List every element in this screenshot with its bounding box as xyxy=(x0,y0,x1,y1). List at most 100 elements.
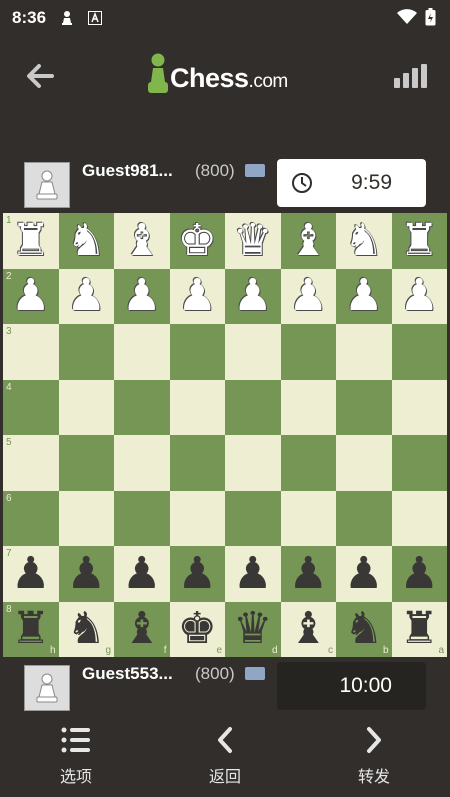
board-square[interactable]: 3 xyxy=(3,324,59,380)
white-bishop-icon[interactable]: ♝ xyxy=(289,218,328,263)
white-queen-icon[interactable]: ♛ xyxy=(233,218,272,263)
chess-board[interactable]: 1 ♜ ♞ ♝ ♚ ♛ ♝ ♞ ♜ 2 ♟ ♟ ♟ ♟ ♟ ♟ ♟ ♟ 3 4 5 6 7 ♟ ♟ ♟ ♟ ♟ ♟ ♟ ♟ 8 h ♜ g ♞ f ♝ e ♚… xyxy=(3,213,447,657)
white-pawn-icon[interactable]: ♟ xyxy=(400,274,439,318)
board-square[interactable]: ♟ xyxy=(58,546,114,602)
board-square[interactable] xyxy=(280,324,336,380)
board-square[interactable] xyxy=(169,435,225,491)
black-pawn-icon[interactable]: ♟ xyxy=(289,551,328,596)
back-move-button[interactable]: 返回 xyxy=(185,726,265,787)
top-player-name[interactable]: Guest981... xyxy=(82,161,173,181)
board-square[interactable]: ♚ xyxy=(169,213,225,269)
board-square[interactable] xyxy=(114,490,170,546)
black-pawn-icon[interactable]: ♟ xyxy=(344,551,383,596)
board-square[interactable]: 1 ♜ xyxy=(3,213,59,269)
board-square[interactable]: ♟ xyxy=(169,268,225,324)
board-square[interactable] xyxy=(58,435,114,491)
board-square[interactable] xyxy=(114,435,170,491)
board-square[interactable]: ♟ xyxy=(391,268,447,324)
black-knight-icon[interactable]: ♞ xyxy=(344,607,383,651)
options-button[interactable]: 选项 xyxy=(36,726,116,787)
board-square[interactable]: c ♝ xyxy=(280,601,336,657)
black-king-icon[interactable]: ♚ xyxy=(178,607,217,651)
board-square[interactable]: d ♛ xyxy=(225,601,281,657)
board-square[interactable] xyxy=(280,435,336,491)
board-square[interactable]: ♟ xyxy=(391,546,447,602)
board-square[interactable]: 6 xyxy=(3,490,59,546)
bottom-player-name[interactable]: Guest553... xyxy=(82,664,173,684)
board-square[interactable]: ♞ xyxy=(336,213,392,269)
black-pawn-icon[interactable]: ♟ xyxy=(11,551,50,596)
signal-strength-button[interactable] xyxy=(394,64,428,93)
black-pawn-icon[interactable]: ♟ xyxy=(178,551,217,596)
board-square[interactable]: ♞ xyxy=(58,213,114,269)
board-square[interactable] xyxy=(225,435,281,491)
white-pawn-icon[interactable]: ♟ xyxy=(233,274,272,318)
board-square[interactable]: 7 ♟ xyxy=(3,546,59,602)
black-pawn-icon[interactable]: ♟ xyxy=(400,551,439,596)
board-square[interactable]: 2 ♟ xyxy=(3,268,59,324)
board-square[interactable]: e ♚ xyxy=(169,601,225,657)
board-square[interactable]: ♟ xyxy=(114,546,170,602)
board-square[interactable] xyxy=(114,379,170,435)
board-square[interactable]: ♟ xyxy=(169,546,225,602)
white-knight-icon[interactable]: ♞ xyxy=(344,218,383,263)
board-square[interactable] xyxy=(225,379,281,435)
black-bishop-icon[interactable]: ♝ xyxy=(122,607,161,651)
board-square[interactable] xyxy=(280,490,336,546)
board-square[interactable]: ♝ xyxy=(114,213,170,269)
white-rook-icon[interactable]: ♜ xyxy=(400,218,439,263)
white-pawn-icon[interactable]: ♟ xyxy=(11,274,50,318)
board-square[interactable] xyxy=(58,490,114,546)
board-square[interactable]: f ♝ xyxy=(114,601,170,657)
board-square[interactable] xyxy=(391,379,447,435)
black-pawn-icon[interactable]: ♟ xyxy=(233,551,272,596)
board-square[interactable] xyxy=(391,435,447,491)
white-pawn-icon[interactable]: ♟ xyxy=(289,274,328,318)
white-bishop-icon[interactable]: ♝ xyxy=(122,218,161,263)
white-knight-icon[interactable]: ♞ xyxy=(67,218,106,263)
board-square[interactable]: 5 xyxy=(3,435,59,491)
board-square[interactable]: ♛ xyxy=(225,213,281,269)
board-square[interactable]: ♟ xyxy=(336,546,392,602)
white-pawn-icon[interactable]: ♟ xyxy=(122,274,161,318)
board-square[interactable] xyxy=(225,324,281,380)
board-square[interactable]: ♟ xyxy=(225,546,281,602)
board-square[interactable] xyxy=(169,324,225,380)
white-pawn-icon[interactable]: ♟ xyxy=(344,274,383,318)
board-square[interactable] xyxy=(280,379,336,435)
board-square[interactable]: ♟ xyxy=(114,268,170,324)
board-square[interactable]: ♝ xyxy=(280,213,336,269)
white-rook-icon[interactable]: ♜ xyxy=(11,218,50,263)
forward-move-button[interactable]: 转发 xyxy=(334,726,414,787)
board-square[interactable]: ♟ xyxy=(225,268,281,324)
board-square[interactable]: ♟ xyxy=(280,546,336,602)
top-player-avatar[interactable] xyxy=(24,162,70,208)
black-rook-icon[interactable]: ♜ xyxy=(11,607,50,651)
bottom-player-avatar[interactable] xyxy=(24,665,70,711)
board-square[interactable]: ♟ xyxy=(58,268,114,324)
black-pawn-icon[interactable]: ♟ xyxy=(122,551,161,596)
board-square[interactable]: ♟ xyxy=(336,268,392,324)
board-square[interactable] xyxy=(169,490,225,546)
white-king-icon[interactable]: ♚ xyxy=(178,218,217,263)
board-square[interactable]: ♜ xyxy=(391,213,447,269)
black-rook-icon[interactable]: ♜ xyxy=(400,607,439,651)
back-button[interactable] xyxy=(22,58,58,94)
black-queen-icon[interactable]: ♛ xyxy=(233,607,272,651)
white-pawn-icon[interactable]: ♟ xyxy=(67,274,106,318)
board-square[interactable]: ♟ xyxy=(280,268,336,324)
board-square[interactable] xyxy=(336,490,392,546)
black-bishop-icon[interactable]: ♝ xyxy=(289,607,328,651)
board-square[interactable] xyxy=(336,379,392,435)
board-square[interactable]: 8 h ♜ xyxy=(3,601,59,657)
black-pawn-icon[interactable]: ♟ xyxy=(67,551,106,596)
board-square[interactable] xyxy=(336,324,392,380)
board-square[interactable]: b ♞ xyxy=(336,601,392,657)
black-knight-icon[interactable]: ♞ xyxy=(67,607,106,651)
board-square[interactable]: 4 xyxy=(3,379,59,435)
board-square[interactable] xyxy=(114,324,170,380)
white-pawn-icon[interactable]: ♟ xyxy=(178,274,217,318)
board-square[interactable] xyxy=(225,490,281,546)
board-square[interactable] xyxy=(169,379,225,435)
board-square[interactable] xyxy=(391,490,447,546)
